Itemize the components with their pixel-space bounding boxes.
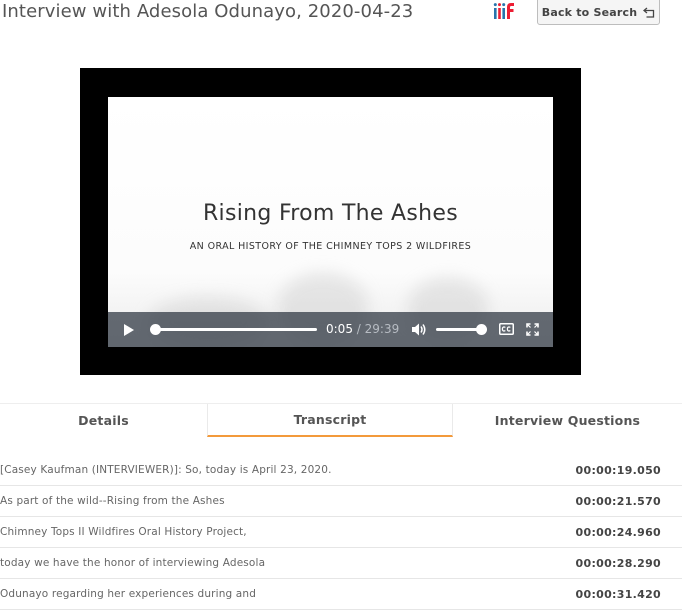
transcript-text: As part of the wild--Rising from the Ash…: [0, 495, 225, 507]
fullscreen-icon[interactable]: [526, 323, 539, 336]
transcript-list: [Casey Kaufman (INTERVIEWER)]: So, today…: [0, 455, 682, 610]
transcript-row[interactable]: As part of the wild--Rising from the Ash…: [0, 486, 682, 517]
tab-transcript[interactable]: Transcript: [207, 404, 453, 437]
transcript-text: [Casey Kaufman (INTERVIEWER)]: So, today…: [0, 464, 332, 476]
transcript-timestamp[interactable]: 00:00:24.960: [576, 526, 661, 539]
volume-icon[interactable]: [411, 322, 427, 337]
transcript-row[interactable]: Odunayo regarding her experiences during…: [0, 579, 682, 610]
video-player[interactable]: Rising From The Ashes AN ORAL HISTORY OF…: [80, 68, 581, 375]
back-to-search-button[interactable]: Back to Search: [537, 0, 660, 25]
transcript-timestamp[interactable]: 00:00:31.420: [576, 588, 661, 601]
tab-details[interactable]: Details: [0, 404, 207, 437]
poster-title: Rising From The Ashes: [202, 201, 459, 226]
captions-icon[interactable]: [499, 323, 514, 335]
transcript-text: today we have the honor of interviewing …: [0, 557, 266, 569]
tab-interview-questions[interactable]: Interview Questions: [453, 404, 682, 437]
page-title: Interview with Adesola Odunayo, 2020-04-…: [2, 1, 414, 22]
iiif-logo-icon[interactable]: [493, 2, 515, 20]
duration: 29:39: [364, 322, 400, 336]
transcript-timestamp[interactable]: 00:00:19.050: [576, 464, 661, 477]
transcript-row[interactable]: [Casey Kaufman (INTERVIEWER)]: So, today…: [0, 455, 682, 486]
content-tabs: Details Transcript Interview Questions: [0, 403, 682, 437]
transcript-row[interactable]: today we have the honor of interviewing …: [0, 548, 682, 579]
transcript-timestamp[interactable]: 00:00:21.570: [576, 495, 661, 508]
video-poster[interactable]: Rising From The Ashes AN ORAL HISTORY OF…: [108, 97, 553, 347]
transcript-row[interactable]: Chimney Tops II Wildfires Oral History P…: [0, 517, 682, 548]
back-to-search-label: Back to Search: [541, 6, 638, 19]
progress-handle[interactable]: [150, 324, 161, 335]
transcript-timestamp[interactable]: 00:00:28.290: [576, 557, 661, 570]
volume-slider-handle[interactable]: [476, 324, 487, 335]
transcript-text: Odunayo regarding her experiences during…: [0, 588, 257, 600]
transcript-text: Chimney Tops II Wildfires Oral History P…: [0, 526, 247, 538]
time-separator: /: [356, 322, 361, 336]
video-control-bar: 0:05 / 29:39: [108, 312, 553, 347]
return-arrow-icon: [643, 7, 655, 18]
play-icon[interactable]: [122, 323, 136, 337]
time-display: 0:05 / 29:39: [326, 322, 399, 336]
poster-subtitle: AN ORAL HISTORY OF THE CHIMNEY TOPS 2 WI…: [189, 241, 472, 252]
progress-track[interactable]: [154, 328, 317, 331]
current-time: 0:05: [326, 322, 353, 336]
